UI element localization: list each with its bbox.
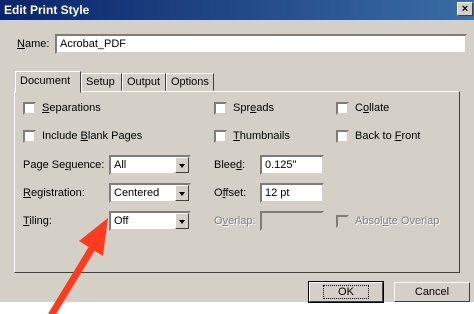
red-arrow-annotation (48, 218, 108, 314)
tab-document[interactable]: Document (15, 71, 81, 93)
arrow-shaft (48, 241, 98, 314)
